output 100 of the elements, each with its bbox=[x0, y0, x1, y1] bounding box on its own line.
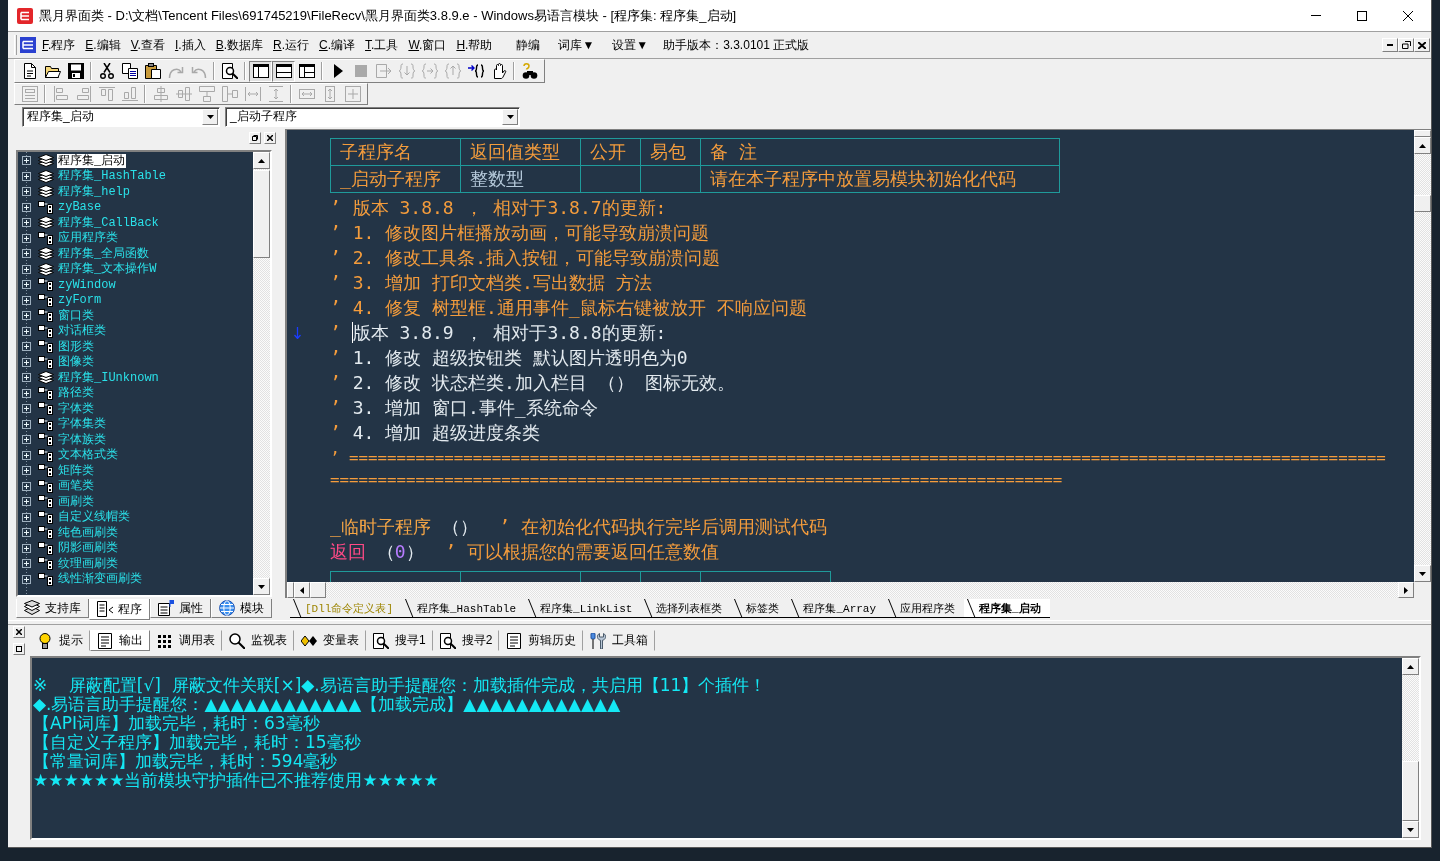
tree-item[interactable]: 自定义线帽类 bbox=[57, 510, 131, 525]
scroll-down-button[interactable] bbox=[1402, 821, 1419, 838]
menu-item[interactable]: V.查看 bbox=[125, 34, 170, 56]
selector-combobox[interactable]: _启动子程序 bbox=[225, 106, 520, 127]
tree-item[interactable]: 程序集_IUnknown bbox=[57, 370, 160, 385]
tree-item[interactable]: 窗口类 bbox=[57, 308, 95, 323]
output-tab[interactable]: 输出 bbox=[90, 630, 150, 651]
down-arrow-icon bbox=[1407, 827, 1414, 832]
tree-item[interactable]: 画刷类 bbox=[57, 494, 95, 509]
minimize-icon bbox=[1387, 44, 1393, 46]
vertical-scrollbar[interactable] bbox=[1414, 130, 1431, 582]
output-tab[interactable]: 监视表 bbox=[222, 630, 294, 651]
tree-item[interactable]: 程序集_全局函数 bbox=[57, 246, 151, 261]
output-tab[interactable]: 搜寻2 bbox=[432, 630, 500, 651]
scroll-up-button[interactable] bbox=[1414, 137, 1431, 154]
scroll-up-button[interactable] bbox=[1402, 658, 1419, 675]
output-tab[interactable]: 剪辑历史 bbox=[499, 630, 584, 651]
dropdown-button[interactable] bbox=[502, 108, 518, 125]
close-document-button[interactable] bbox=[1414, 38, 1430, 52]
selector-combobox[interactable]: 程序集_启动 bbox=[22, 106, 220, 127]
scroll-down-button[interactable] bbox=[253, 578, 270, 595]
file-tab[interactable]: 程序集_Array bbox=[788, 599, 886, 618]
scrollbar-thumb[interactable] bbox=[1402, 761, 1419, 821]
scroll-right-button[interactable] bbox=[1398, 582, 1414, 598]
equals-separator-text: ’ ============================================================================================================= bbox=[330, 447, 1386, 467]
maximize-panel-button[interactable] bbox=[13, 643, 25, 655]
panel-tab[interactable]: 属性 bbox=[150, 599, 211, 618]
output-tab[interactable]: 工具箱 bbox=[583, 630, 656, 651]
output-tab[interactable]: 搜寻1 bbox=[366, 630, 433, 651]
menu-item[interactable]: T.工具 bbox=[360, 34, 404, 56]
tree-item[interactable]: 图像类 bbox=[57, 355, 95, 370]
file-tab[interactable]: 程序集_HashTable bbox=[402, 599, 526, 618]
menu-item[interactable]: F.程序 bbox=[37, 34, 81, 56]
restore-icon bbox=[1401, 41, 1411, 49]
scroll-up-button[interactable] bbox=[253, 152, 270, 169]
tree-item[interactable]: 字体族类 bbox=[57, 432, 107, 447]
tree-item[interactable]: 程序集_CallBack bbox=[57, 215, 160, 230]
output-tab[interactable]: 调用表 bbox=[150, 630, 222, 651]
menu-item[interactable]: 词库▼ bbox=[553, 34, 600, 56]
menu-item[interactable]: B.数据库 bbox=[210, 34, 268, 56]
close-panel-button[interactable] bbox=[264, 131, 276, 144]
restore-document-button[interactable] bbox=[1398, 38, 1414, 52]
tree-item[interactable]: 图形类 bbox=[57, 339, 95, 354]
tree-item[interactable]: 程序集_help bbox=[57, 184, 131, 199]
menu-item[interactable]: I.插入 bbox=[169, 34, 211, 56]
menu-item[interactable]: H.帮助 bbox=[451, 34, 498, 56]
code-editor[interactable] bbox=[285, 129, 1431, 598]
comment-line: ’ 3. 增加 窗口.事件_系统命令 bbox=[330, 395, 598, 420]
tree-item[interactable]: 程序集_文本操作W bbox=[57, 262, 158, 277]
tree-item[interactable]: zyForm bbox=[57, 293, 103, 308]
panel-tab[interactable]: 支持库 bbox=[16, 599, 89, 618]
split-handle[interactable] bbox=[1414, 130, 1431, 137]
file-tab[interactable]: 程序集_启动 bbox=[964, 599, 1050, 618]
menu-item[interactable]: R.运行 bbox=[268, 34, 314, 56]
horizontal-scrollbar[interactable] bbox=[287, 582, 1431, 598]
scrollbar-thumb[interactable] bbox=[1414, 195, 1431, 212]
tree-item[interactable]: 线性渐变画刷类 bbox=[57, 572, 143, 587]
menu-item[interactable]: E.编辑 bbox=[80, 34, 126, 56]
menu-item[interactable]: 静编 bbox=[511, 34, 546, 56]
scroll-down-button[interactable] bbox=[1414, 565, 1431, 582]
tree-item[interactable]: 程序集_HashTable bbox=[57, 169, 167, 184]
file-tab[interactable]: 标签类 bbox=[731, 599, 789, 618]
panel-tab[interactable]: 程序 bbox=[89, 599, 150, 620]
panel-tab[interactable]: 模块 bbox=[211, 599, 272, 618]
tree-item[interactable]: 矩阵类 bbox=[57, 463, 95, 478]
tree-item[interactable]: 文本格式类 bbox=[57, 448, 119, 463]
tree-item[interactable]: 纹理画刷类 bbox=[57, 556, 119, 571]
class-icon bbox=[38, 479, 54, 493]
dot-grid-icon bbox=[157, 632, 173, 649]
minimize-document-button[interactable] bbox=[1382, 38, 1398, 52]
tree-item[interactable]: zyWindow bbox=[57, 277, 117, 292]
vertical-scrollbar[interactable] bbox=[253, 152, 270, 595]
stack-icon bbox=[38, 154, 54, 168]
file-tab[interactable]: 程序集_LinkList bbox=[525, 599, 642, 618]
scrollbar-thumb[interactable] bbox=[253, 170, 270, 258]
menu-item[interactable]: C.编译 bbox=[314, 34, 361, 56]
split-handle[interactable] bbox=[287, 582, 294, 598]
tree-item[interactable]: 字体集类 bbox=[57, 417, 107, 432]
tree-item[interactable]: 字体类 bbox=[57, 401, 95, 416]
menu-item[interactable]: 设置▼ bbox=[607, 34, 654, 56]
tree-item[interactable]: 程序集_启动 bbox=[57, 153, 127, 168]
class-icon bbox=[38, 417, 54, 431]
menu-item[interactable]: W.窗口 bbox=[403, 34, 452, 56]
tree-item[interactable]: 对话框类 bbox=[57, 324, 107, 339]
close-panel-button[interactable] bbox=[13, 626, 25, 638]
tree-item[interactable]: 画笔类 bbox=[57, 479, 95, 494]
minimize-icon bbox=[1311, 15, 1321, 16]
output-tab[interactable]: 变量表 bbox=[294, 630, 366, 651]
restore-panel-button[interactable] bbox=[249, 131, 261, 144]
table-cell: _启动子程序 bbox=[330, 165, 461, 193]
tree-item[interactable]: 路径类 bbox=[57, 386, 95, 401]
file-tab[interactable]: 选择列表框类 bbox=[641, 599, 732, 618]
dropdown-button[interactable] bbox=[202, 108, 218, 125]
tree-item[interactable]: 阴影画刷类 bbox=[57, 541, 119, 556]
tree-item[interactable]: zyBase bbox=[57, 200, 103, 215]
tree-item[interactable]: 应用程序类 bbox=[57, 231, 119, 246]
scrollbar-thumb[interactable] bbox=[310, 582, 326, 598]
vertical-scrollbar[interactable] bbox=[1402, 658, 1419, 838]
tree-item[interactable]: 纯色画刷类 bbox=[57, 525, 119, 540]
scroll-left-button[interactable] bbox=[294, 582, 310, 598]
